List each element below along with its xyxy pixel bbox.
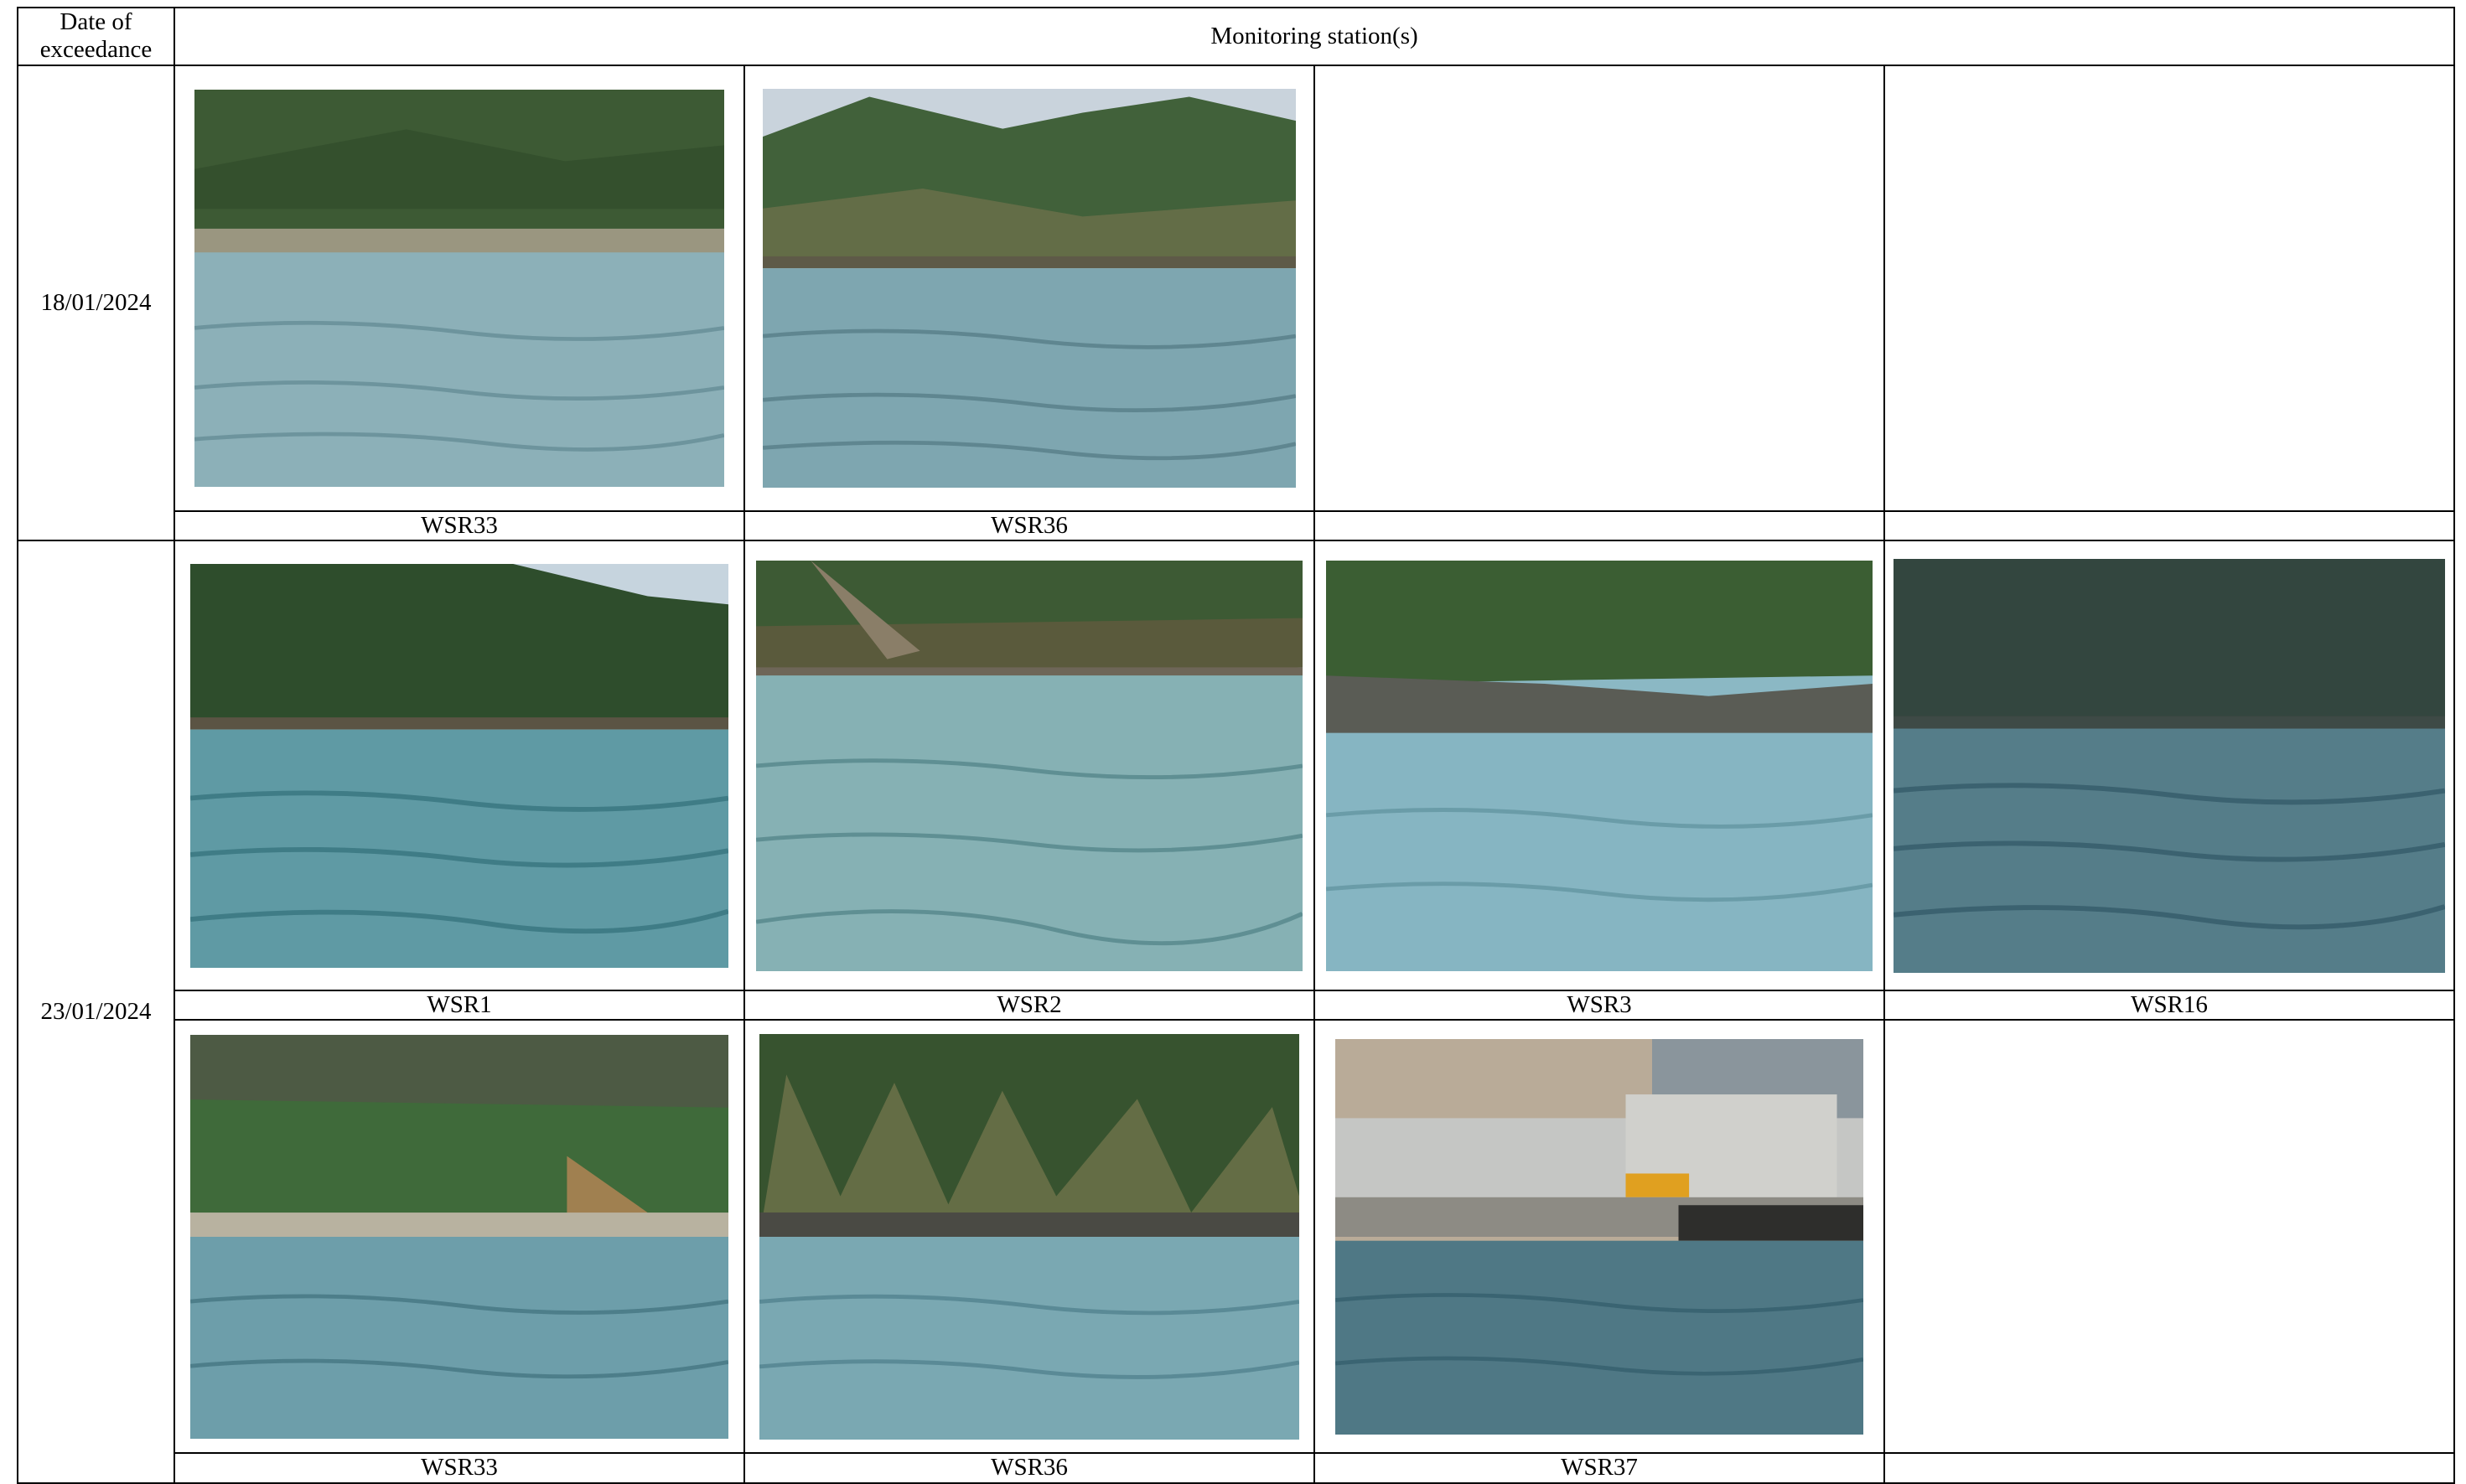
coastal-water-photo	[763, 88, 1296, 488]
photo-cell	[743, 64, 1315, 512]
station-label: WSR33	[174, 509, 745, 542]
photo-row: 18/01/2024	[17, 64, 2455, 542]
photo-graphic	[1335, 1038, 1863, 1435]
photo-cell	[174, 540, 745, 992]
exceedance-date: 23/01/2024	[17, 540, 175, 1484]
empty-photo-cell	[1883, 64, 2455, 512]
label-row: WSR1 WSR2 WSR3 WSR16	[18, 990, 2455, 1021]
coastal-water-photo	[194, 89, 724, 487]
station-label: WSR16	[1883, 990, 2455, 1021]
station-label: WSR36	[743, 509, 1315, 542]
station-label: WSR36	[743, 1452, 1315, 1484]
clipped-heading-fragment	[0, 0, 8, 14]
photo-cell	[743, 1019, 1315, 1455]
coastal-water-photo	[759, 1033, 1299, 1440]
date-column-header: Date of exceedance	[17, 7, 175, 66]
table-header-row: Date of exceedance Monitoring station(s)	[17, 7, 2455, 66]
coastal-water-photo	[756, 560, 1303, 971]
photo-cell	[743, 540, 1315, 992]
station-label: WSR1	[174, 990, 745, 1021]
photo-graphic	[194, 89, 724, 487]
photo-graphic	[763, 88, 1296, 488]
photo-cell	[1883, 540, 2455, 992]
photo-cell	[174, 64, 745, 512]
station-column-header: Monitoring station(s)	[174, 7, 2455, 66]
coastal-water-photo	[190, 563, 728, 968]
photo-graphic	[1894, 558, 2445, 973]
pier-construction-photo	[1335, 1038, 1863, 1435]
station-label: WSR33	[174, 1452, 745, 1484]
exceedance-date: 18/01/2024	[17, 64, 175, 542]
label-row: WSR33 WSR36	[18, 509, 2455, 542]
photo-row	[18, 1019, 2455, 1455]
photo-graphic	[756, 560, 1303, 971]
station-label: WSR37	[1313, 1452, 1885, 1484]
photo-row: 23/01/2024	[17, 540, 2455, 1484]
empty-photo-cell	[1883, 1019, 2455, 1455]
coastal-water-photo	[190, 1034, 728, 1439]
exceedance-photo-table: Date of exceedance Monitoring station(s)…	[17, 7, 2455, 1484]
photo-cell	[1313, 1019, 1885, 1455]
label-row: WSR33 WSR36 WSR37	[18, 1452, 2455, 1484]
station-label: WSR2	[743, 990, 1315, 1021]
empty-photo-cell	[1313, 64, 1885, 512]
photo-graphic	[190, 1034, 728, 1439]
photo-graphic	[1326, 560, 1873, 971]
station-label	[1883, 1452, 2455, 1484]
photo-graphic	[190, 563, 728, 968]
photo-cell	[174, 1019, 745, 1455]
coastal-water-photo	[1326, 560, 1873, 971]
station-label: WSR3	[1313, 990, 1885, 1021]
photo-cell	[1313, 540, 1885, 992]
station-label	[1313, 509, 1885, 542]
station-label	[1883, 509, 2455, 542]
photo-graphic	[759, 1033, 1299, 1440]
coastal-water-photo	[1894, 558, 2445, 973]
